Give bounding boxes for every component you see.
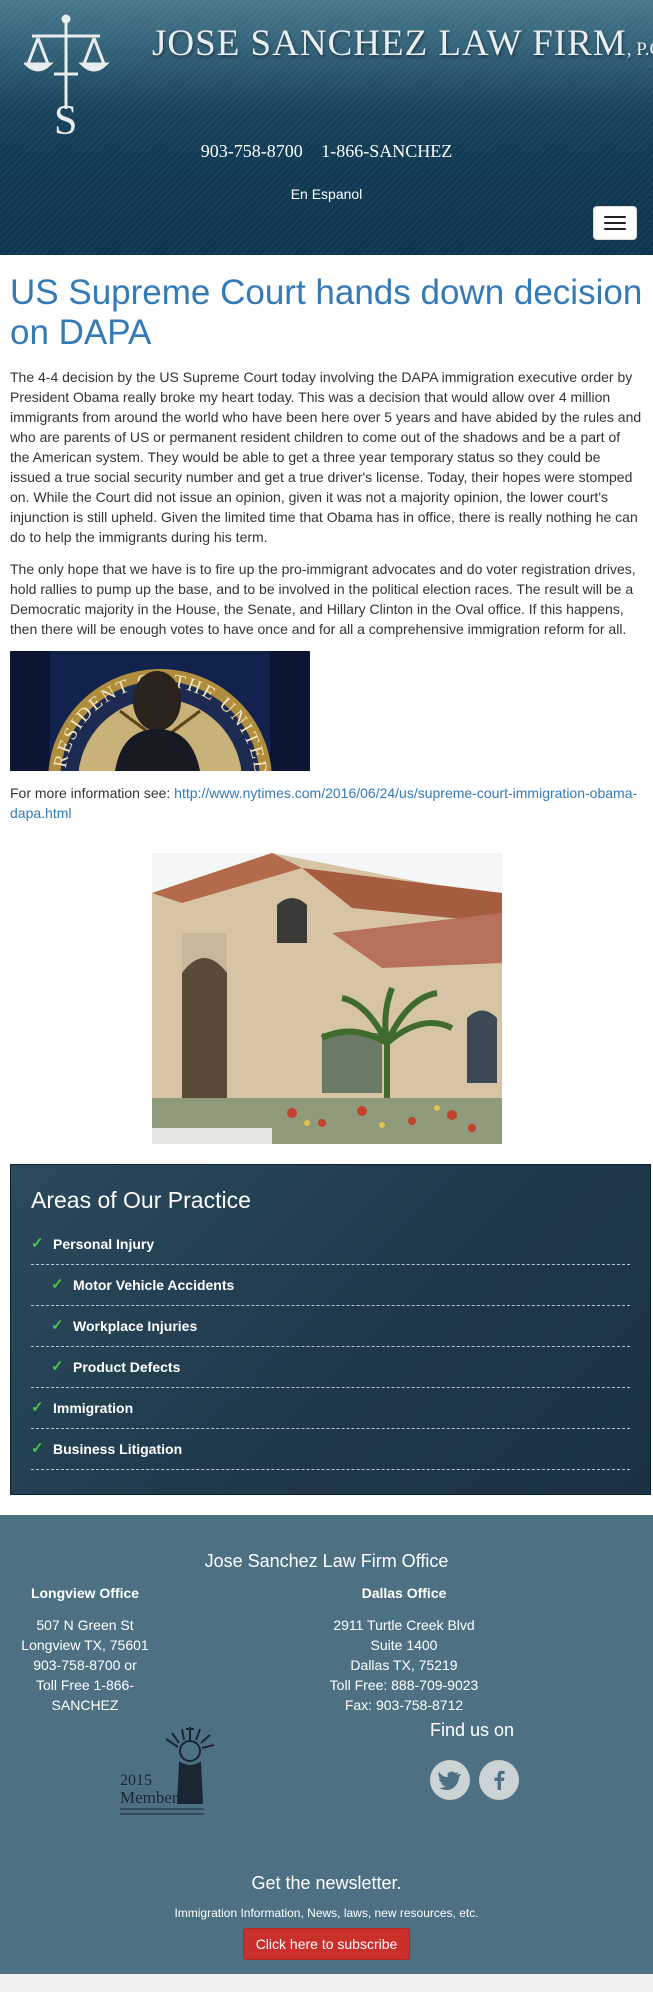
- practice-item-motor-vehicle-accidents[interactable]: ✓ Motor Vehicle Accidents: [31, 1265, 630, 1306]
- find-us-heading: Find us on: [430, 1720, 515, 1740]
- article-title: US Supreme Court hands down decision on …: [10, 273, 643, 352]
- practice-item-personal-injury[interactable]: ✓ Personal Injury: [31, 1224, 630, 1265]
- practice-item-business-litigation[interactable]: ✓ Business Litigation: [31, 1429, 630, 1470]
- checkmark-icon: ✓: [51, 1276, 64, 1293]
- practice-areas-title: Areas of Our Practice: [31, 1187, 251, 1213]
- house-photo: [151, 853, 502, 1144]
- checkmark-icon: ✓: [31, 1235, 44, 1252]
- office-toll-free[interactable]: Toll Free 1-866-: [14, 1675, 156, 1695]
- longview-office: Longview Office 507 N Green St Longview …: [14, 1583, 156, 1715]
- practice-item-label: Motor Vehicle Accidents: [73, 1277, 235, 1293]
- practice-item-label: Product Defects: [73, 1359, 181, 1375]
- practice-item-label: Immigration: [53, 1400, 134, 1416]
- more-info-label: For more information see:: [10, 785, 175, 801]
- office-toll-free[interactable]: SANCHEZ: [14, 1695, 156, 1715]
- office-toll-free[interactable]: Toll Free: 888-709-9023: [318, 1675, 490, 1695]
- practice-areas-panel: Areas of Our Practice ✓ Personal Injury ✓…: [10, 1164, 651, 1495]
- hamburger-menu-icon[interactable]: [593, 206, 637, 240]
- office-fax: Fax: 903-758-8712: [344, 1697, 464, 1713]
- firm-suffix: P.C.: [636, 39, 653, 60]
- checkmark-icon: ✓: [51, 1317, 64, 1334]
- office-heading: Dallas Office: [361, 1585, 447, 1601]
- header-phones: 903-758-8700 1-866-SANCHEZ: [0, 141, 653, 162]
- presidential-seal-photo: PRESIDENT OF THE UNITED: [10, 651, 310, 771]
- site-footer: Jose Sanchez Law Firm Office Longview Of…: [0, 1515, 653, 1974]
- practice-item-label: Business Litigation: [53, 1441, 183, 1457]
- article: US Supreme Court hands down decision on …: [0, 255, 653, 1144]
- firm-name[interactable]: JOSE SANCHEZ LAW FIRM, P.C.: [152, 22, 653, 65]
- practice-item-workplace-injuries[interactable]: ✓ Workplace Injuries: [31, 1306, 630, 1347]
- practice-item-immigration[interactable]: ✓ Immigration: [31, 1388, 630, 1429]
- office-phone[interactable]: 903-758-8700 or: [14, 1655, 156, 1675]
- practice-list: ✓ Personal Injury ✓ Motor Vehicle Accident…: [31, 1224, 630, 1470]
- office-address-line: 2911 Turtle Creek Blvd: [333, 1617, 475, 1633]
- newsletter-title: Get the newsletter.: [251, 1873, 402, 1893]
- footer-title: Jose Sanchez Law Firm Office: [204, 1551, 449, 1571]
- newsletter: Get the newsletter. Immigration Informat…: [0, 1873, 653, 1960]
- phone-primary[interactable]: 903-758-8700: [201, 141, 303, 161]
- checkmark-icon: ✓: [31, 1440, 44, 1457]
- firm-name-text: JOSE SANCHEZ LAW FIRM: [152, 23, 627, 64]
- subscribe-button[interactable]: Click here to subscribe: [242, 1928, 411, 1960]
- office-heading: Longview Office: [30, 1585, 140, 1601]
- office-address-line: Suite 1400: [370, 1637, 438, 1653]
- office-address-line: Longview TX, 75601: [21, 1637, 149, 1653]
- bottom-strip: [0, 1974, 653, 1992]
- phone-toll-free[interactable]: 1-866-SANCHEZ: [321, 141, 452, 161]
- practice-item-label: Workplace Injuries: [73, 1318, 198, 1334]
- svg-text:S: S: [54, 98, 77, 139]
- checkmark-icon: ✓: [31, 1399, 44, 1416]
- newsletter-description: Immigration Information, News, laws, new…: [174, 1906, 479, 1920]
- practice-item-product-defects[interactable]: ✓ Product Defects: [31, 1347, 630, 1388]
- article-paragraph: The only hope that we have is to fire up…: [10, 561, 636, 637]
- office-address-line: 507 N Green St: [36, 1617, 134, 1633]
- facebook-icon[interactable]: [479, 1760, 519, 1800]
- practice-item-label: Personal Injury: [53, 1236, 155, 1252]
- checkmark-icon: ✓: [51, 1358, 64, 1375]
- statue-of-liberty-member-badge-icon: 2015 Member: [120, 1727, 215, 1815]
- article-paragraph: The 4-4 decision by the US Supreme Court…: [10, 369, 642, 545]
- more-info: For more information see: http://www.nyt…: [10, 783, 643, 823]
- badge-year: 2015: [120, 1772, 152, 1789]
- twitter-icon[interactable]: [430, 1760, 470, 1800]
- badge-word: Member: [120, 1788, 178, 1807]
- office-address-line: Dallas TX, 75219: [350, 1657, 458, 1673]
- scales-of-justice-logo-icon[interactable]: S: [24, 14, 142, 139]
- spanish-language-link[interactable]: En Espanol: [0, 186, 653, 202]
- dallas-office: Dallas Office 2911 Turtle Creek Blvd Sui…: [318, 1583, 490, 1715]
- site-header: S JOSE SANCHEZ LAW FIRM, P.C. 903-758-87…: [0, 0, 653, 255]
